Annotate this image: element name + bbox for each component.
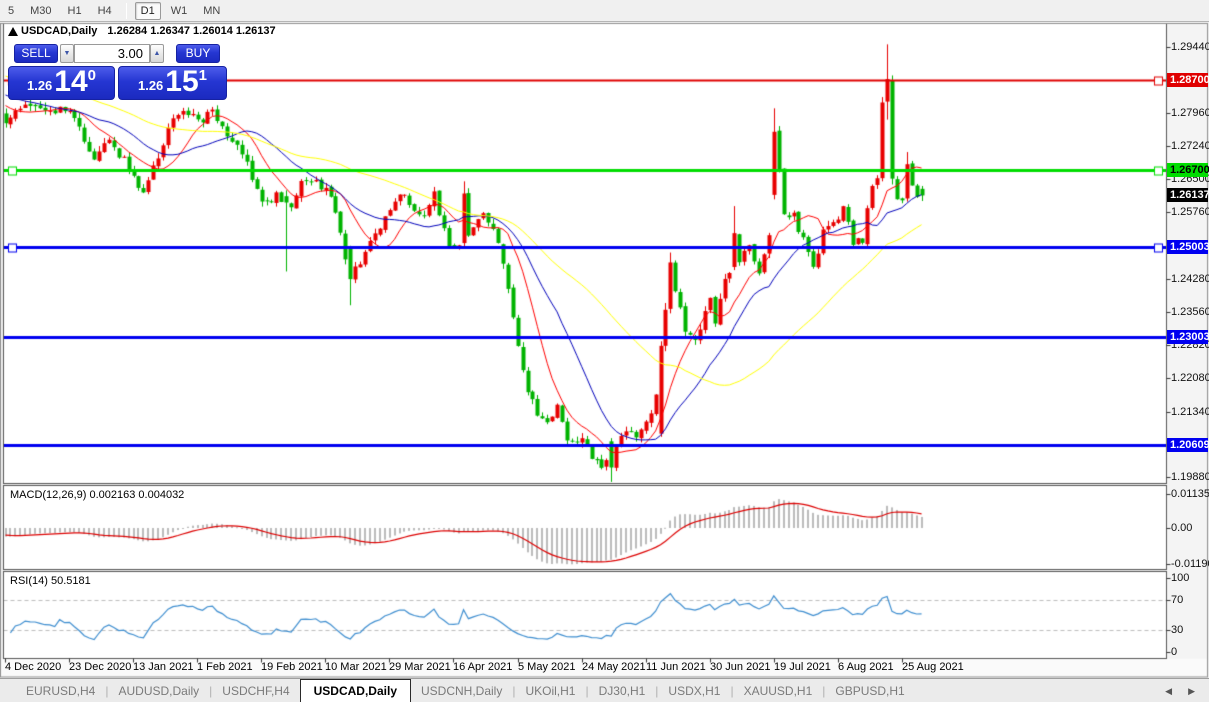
buy-price-prefix: 1.26 — [138, 78, 163, 93]
symbol-tab-eurusd[interactable]: EURUSD,H4 — [16, 679, 105, 702]
date-axis-label: 23 Dec 2020 — [69, 661, 131, 673]
price-level-tag: 1.25003 — [1167, 240, 1208, 254]
date-axis-label: 29 Mar 2021 — [389, 661, 451, 673]
price-tick-label: 1.24280 — [1171, 273, 1209, 285]
price-level-tag: 1.26700 — [1167, 163, 1208, 177]
macd-axis-label: -0.01190 — [1171, 558, 1209, 570]
price-level-tag: 1.23003 — [1167, 330, 1208, 344]
sell-price-pip: 0 — [88, 67, 96, 84]
chart-symbol-label: USDCAD,Daily — [21, 25, 97, 37]
symbol-tab-gbpusd[interactable]: GBPUSD,H1 — [825, 679, 914, 702]
chart-canvas[interactable] — [0, 0, 1209, 702]
chart-ohlc-values: 1.26284 1.26347 1.26014 1.26137 — [107, 25, 275, 37]
symbol-tab-usdcnh[interactable]: USDCNH,Daily — [411, 679, 512, 702]
date-axis-label: 16 Apr 2021 — [453, 661, 512, 673]
chart-title: USDCAD,Daily 1.26284 1.26347 1.26014 1.26… — [21, 25, 276, 37]
tab-scroll-right-icon[interactable]: ▶ — [1188, 686, 1195, 697]
rsi-label: RSI(14) 50.5181 — [10, 575, 91, 587]
price-level-tag: 1.28700 — [1167, 73, 1208, 87]
buy-price-pip: 1 — [199, 67, 207, 84]
buy-price-box[interactable]: 1.26 15 1 — [118, 66, 227, 100]
symbol-tab-dj30[interactable]: DJ30,H1 — [589, 679, 656, 702]
symbol-tab-ukoil[interactable]: UKOil,H1 — [515, 679, 585, 702]
date-axis-label: 19 Feb 2021 — [261, 661, 323, 673]
rsi-axis-label: 30 — [1171, 624, 1183, 636]
timeframe-button-d1[interactable]: D1 — [135, 2, 161, 20]
mt4-terminal: 5M30 H1H4 D1W1MN USDCAD,Daily 1.26284 1.263… — [0, 0, 1209, 702]
timeframe-button-w1[interactable]: W1 — [165, 2, 194, 20]
symbol-tab-xauusd[interactable]: XAUUSD,H1 — [734, 679, 823, 702]
price-level-tag: 1.26137 — [1167, 188, 1208, 202]
volume-decrease-button[interactable]: ▼ — [60, 44, 74, 63]
price-tick-label: 1.29440 — [1171, 41, 1209, 53]
price-tick-label: 1.22080 — [1171, 372, 1209, 384]
date-axis-label: 24 May 2021 — [582, 661, 646, 673]
price-tick-label: 1.21340 — [1171, 406, 1209, 418]
symbol-tab-usdchf[interactable]: USDCHF,H4 — [212, 679, 299, 702]
timeframe-button-h4[interactable]: H4 — [92, 2, 118, 20]
date-axis-label: 13 Jan 2021 — [133, 661, 194, 673]
sell-button[interactable]: SELL — [14, 44, 58, 63]
date-axis-label: 30 Jun 2021 — [710, 661, 771, 673]
sell-price-main: 14 — [54, 68, 87, 96]
timeframe-button-mn[interactable]: MN — [197, 2, 226, 20]
rsi-axis-label: 100 — [1171, 572, 1189, 584]
price-tick-label: 1.23560 — [1171, 306, 1209, 318]
date-axis-label: 6 Aug 2021 — [838, 661, 894, 673]
tab-scroll-left-icon[interactable]: ◀ — [1165, 686, 1172, 697]
one-click-trading-toggle-icon[interactable] — [8, 27, 18, 36]
date-axis-label: 25 Aug 2021 — [902, 661, 964, 673]
buy-button[interactable]: BUY — [176, 44, 220, 63]
date-axis-label: 5 May 2021 — [518, 661, 575, 673]
buy-price-main: 15 — [165, 68, 198, 96]
one-click-trading-panel: SELL ▼ ▲ BUY 1.26 14 0 1.26 15 1 — [8, 42, 227, 100]
volume-input[interactable] — [74, 44, 150, 63]
date-axis-label: 19 Jul 2021 — [774, 661, 831, 673]
rsi-axis-label: 0 — [1171, 646, 1177, 658]
price-level-tag: 1.20609 — [1167, 438, 1208, 452]
symbol-tabbar: EURUSD,H4|AUDUSD,Daily|USDCHF,H4USDCAD,D… — [0, 678, 1209, 702]
price-tick-label: 1.27240 — [1171, 140, 1209, 152]
date-axis-label: 10 Mar 2021 — [325, 661, 387, 673]
rsi-axis-label: 70 — [1171, 594, 1183, 606]
sell-price-box[interactable]: 1.26 14 0 — [8, 66, 115, 100]
macd-axis-label: 0.00 — [1171, 522, 1192, 534]
timeframe-button-h1[interactable]: H1 — [62, 2, 88, 20]
price-tick-label: 1.25760 — [1171, 206, 1209, 218]
price-tick-label: 1.19880 — [1171, 471, 1209, 483]
macd-label: MACD(12,26,9) 0.002163 0.004032 — [10, 489, 184, 501]
symbol-tab-usdcad[interactable]: USDCAD,Daily — [300, 679, 411, 702]
symbol-tab-audusd[interactable]: AUDUSD,Daily — [108, 679, 209, 702]
date-axis-label: 1 Feb 2021 — [197, 661, 253, 673]
timeframe-button-5[interactable]: 5 — [2, 2, 20, 20]
timeframe-button-m30[interactable]: M30 — [24, 2, 57, 20]
volume-increase-button[interactable]: ▲ — [150, 44, 164, 63]
date-axis-label: 4 Dec 2020 — [5, 661, 61, 673]
macd-axis-label: 0.01135 — [1171, 488, 1209, 500]
date-axis-label: 11 Jun 2021 — [646, 661, 706, 673]
timeframe-toolbar: 5M30 H1H4 D1W1MN — [0, 0, 1209, 22]
sell-price-prefix: 1.26 — [27, 78, 52, 93]
symbol-tab-usdx[interactable]: USDX,H1 — [658, 679, 730, 702]
toolbar-separator — [126, 3, 127, 19]
price-tick-label: 1.27960 — [1171, 107, 1209, 119]
